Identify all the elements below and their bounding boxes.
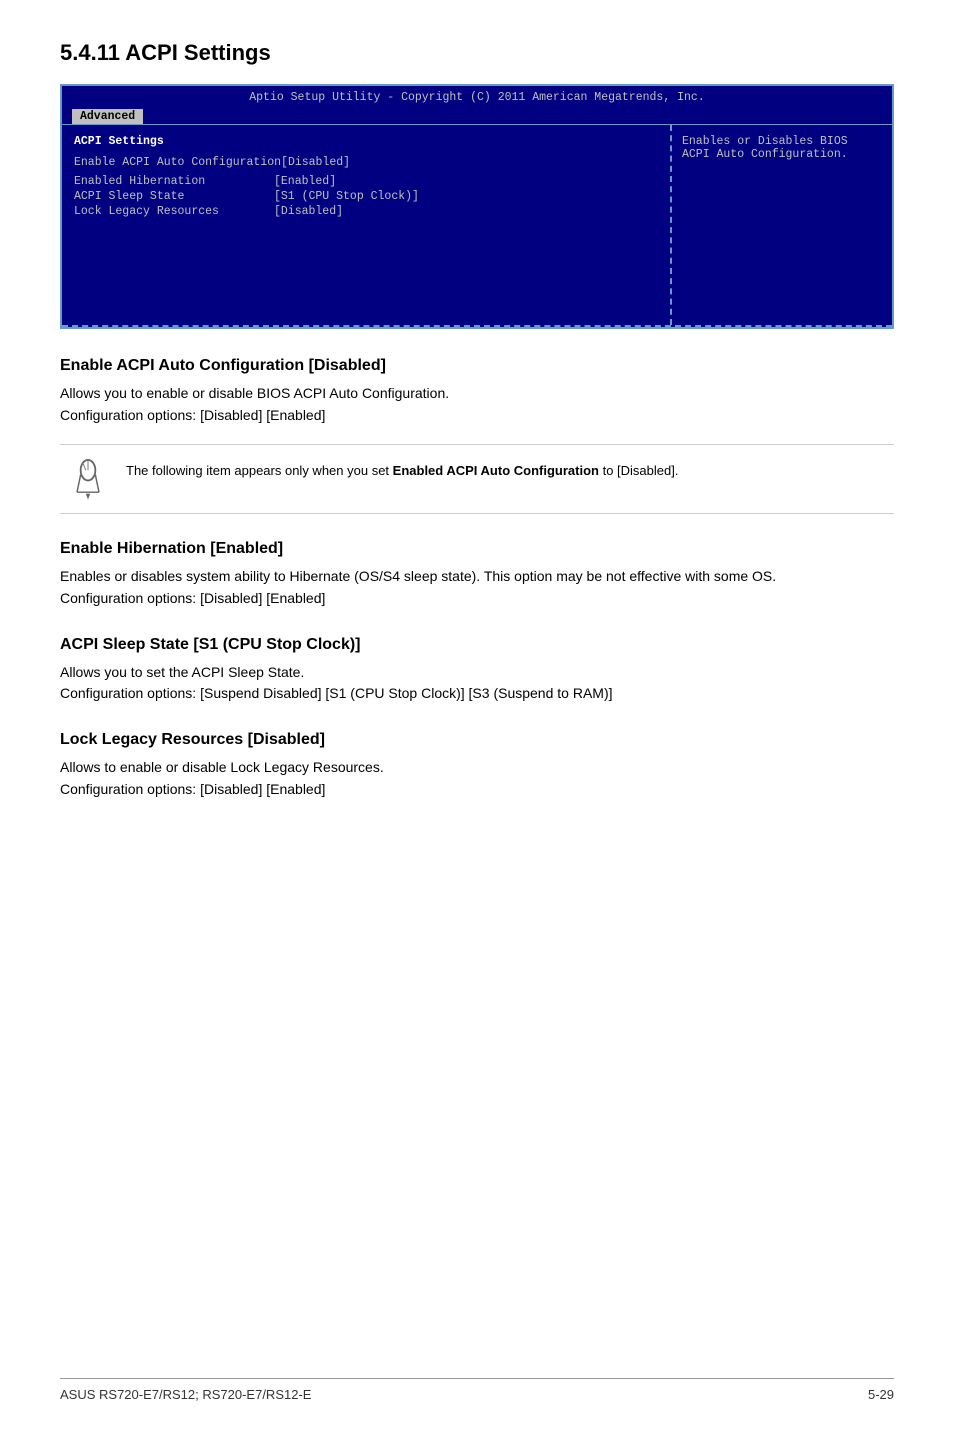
section-body-hibernation: Enables or disables system ability to Hi… xyxy=(60,566,894,609)
bios-body: ACPI Settings Enable ACPI Auto Configura… xyxy=(62,124,892,325)
section-acpi-sleep-state: ACPI Sleep State [S1 (CPU Stop Clock)] A… xyxy=(60,636,894,705)
section-heading-sleep-state: ACPI Sleep State [S1 (CPU Stop Clock)] xyxy=(60,636,894,654)
bios-header: Aptio Setup Utility - Copyright (C) 2011… xyxy=(62,86,892,107)
bios-row-enable-acpi: Enable ACPI Auto Configuration [Disabled… xyxy=(74,156,658,169)
bios-label-lock-legacy: Lock Legacy Resources xyxy=(74,205,274,218)
bios-section-title: ACPI Settings xyxy=(74,135,658,148)
section-enable-acpi: Enable ACPI Auto Configuration [Disabled… xyxy=(60,357,894,514)
note-bold-text: Enabled ACPI Auto Configuration xyxy=(393,463,599,478)
note-text: The following item appears only when you… xyxy=(126,457,678,481)
section-heading-lock-legacy: Lock Legacy Resources [Disabled] xyxy=(60,731,894,749)
bios-value-sleep-state: [S1 (CPU Stop Clock)] xyxy=(274,190,419,203)
bios-tab-advanced[interactable]: Advanced xyxy=(72,109,143,124)
bios-row-hibernation: Enabled Hibernation [Enabled] xyxy=(74,175,658,188)
page-footer: ASUS RS720-E7/RS12; RS720-E7/RS12-E 5-29 xyxy=(60,1378,894,1402)
bios-label-enable-acpi: Enable ACPI Auto Configuration xyxy=(74,156,281,169)
section-body-sleep-state: Allows you to set the ACPI Sleep State. … xyxy=(60,662,894,705)
footer-right: 5-29 xyxy=(868,1387,894,1402)
bios-row-lock-legacy: Lock Legacy Resources [Disabled] xyxy=(74,205,658,218)
section-lock-legacy: Lock Legacy Resources [Disabled] Allows … xyxy=(60,731,894,800)
bios-tabs: Advanced xyxy=(62,107,892,124)
section-heading-hibernation: Enable Hibernation [Enabled] xyxy=(60,540,894,558)
footer-left: ASUS RS720-E7/RS12; RS720-E7/RS12-E xyxy=(60,1387,311,1402)
bios-row-sleep-state: ACPI Sleep State [S1 (CPU Stop Clock)] xyxy=(74,190,658,203)
section-enable-hibernation: Enable Hibernation [Enabled] Enables or … xyxy=(60,540,894,609)
section-heading-enable-acpi: Enable ACPI Auto Configuration [Disabled… xyxy=(60,357,894,375)
bios-value-enable-acpi: [Disabled] xyxy=(281,156,350,169)
note-text-before: The following item appears only when you… xyxy=(126,463,393,478)
page-title: 5.4.11 ACPI Settings xyxy=(60,40,894,66)
bios-value-lock-legacy: [Disabled] xyxy=(274,205,343,218)
note-icon xyxy=(60,457,112,501)
bios-sidebar: Enables or Disables BIOS ACPI Auto Confi… xyxy=(672,125,892,325)
section-body-enable-acpi: Allows you to enable or disable BIOS ACP… xyxy=(60,383,894,426)
bios-sidebar-text: Enables or Disables BIOS ACPI Auto Confi… xyxy=(682,135,848,161)
bios-value-hibernation: [Enabled] xyxy=(274,175,336,188)
bios-label-hibernation: Enabled Hibernation xyxy=(74,175,274,188)
note-box: The following item appears only when you… xyxy=(60,444,894,514)
bios-divider xyxy=(62,325,892,327)
bios-screen: Aptio Setup Utility - Copyright (C) 2011… xyxy=(60,84,894,329)
bios-group: Enabled Hibernation [Enabled] ACPI Sleep… xyxy=(74,175,658,218)
bios-main: ACPI Settings Enable ACPI Auto Configura… xyxy=(62,125,672,325)
bios-label-sleep-state: ACPI Sleep State xyxy=(74,190,274,203)
note-text-after: to [Disabled]. xyxy=(599,463,679,478)
section-body-lock-legacy: Allows to enable or disable Lock Legacy … xyxy=(60,757,894,800)
